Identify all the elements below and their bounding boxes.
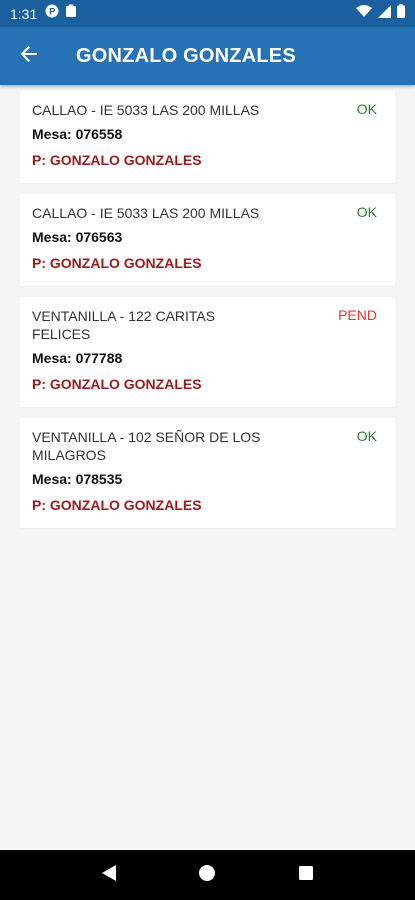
list-item[interactable]: VENTANILLA - 102 SEÑOR DE LOS MILAGROS M… — [20, 418, 395, 529]
list-item[interactable]: CALLAO - IE 5033 LAS 200 MILLAS Mesa: 07… — [20, 91, 395, 184]
person-name: P: GONZALO GONZALES — [32, 376, 202, 392]
mesa-number: Mesa: 077788 — [32, 350, 123, 366]
parking-notification-icon: P — [45, 4, 59, 23]
person-name: P: GONZALO GONZALES — [32, 497, 202, 513]
list-item[interactable]: VENTANILLA - 122 CARITAS FELICES Mesa: 0… — [20, 297, 395, 408]
mesa-number: Mesa: 076563 — [32, 229, 123, 245]
place-label: VENTANILLA - 102 SEÑOR DE LOS MILAGROS — [32, 429, 261, 463]
clipboard-icon — [65, 4, 77, 23]
recents-square-icon — [298, 865, 314, 886]
status-badge: PEND — [338, 307, 377, 323]
mesa-list: CALLAO - IE 5033 LAS 200 MILLAS Mesa: 07… — [0, 85, 415, 533]
status-bar: 1:31 P — [0, 0, 415, 27]
nav-recents-button[interactable] — [288, 857, 324, 893]
list-item[interactable]: CALLAO - IE 5033 LAS 200 MILLAS Mesa: 07… — [20, 194, 395, 287]
battery-icon — [397, 4, 405, 23]
place-label: CALLAO - IE 5033 LAS 200 MILLAS — [32, 102, 260, 118]
arrow-left-icon — [19, 44, 39, 69]
back-button[interactable] — [0, 27, 58, 85]
status-badge: OK — [356, 101, 377, 117]
app-bar: GONZALO GONZALES — [0, 27, 415, 85]
home-circle-icon — [198, 864, 216, 887]
mesa-number: Mesa: 078535 — [32, 471, 123, 487]
person-name: P: GONZALO GONZALES — [32, 152, 202, 168]
svg-text:P: P — [50, 7, 56, 17]
nav-back-button[interactable] — [91, 857, 127, 893]
system-nav-bar — [0, 850, 415, 900]
place-label: CALLAO - IE 5033 LAS 200 MILLAS — [32, 205, 260, 221]
nav-home-button[interactable] — [189, 857, 225, 893]
page-title: GONZALO GONZALES — [76, 44, 296, 67]
status-badge: OK — [356, 428, 377, 444]
back-triangle-icon — [101, 864, 117, 887]
status-time: 1:31 — [10, 5, 38, 22]
wifi-icon — [356, 4, 372, 23]
status-badge: OK — [356, 204, 377, 220]
signal-icon — [378, 4, 391, 23]
mesa-number: Mesa: 076558 — [32, 126, 123, 142]
person-name: P: GONZALO GONZALES — [32, 255, 202, 271]
